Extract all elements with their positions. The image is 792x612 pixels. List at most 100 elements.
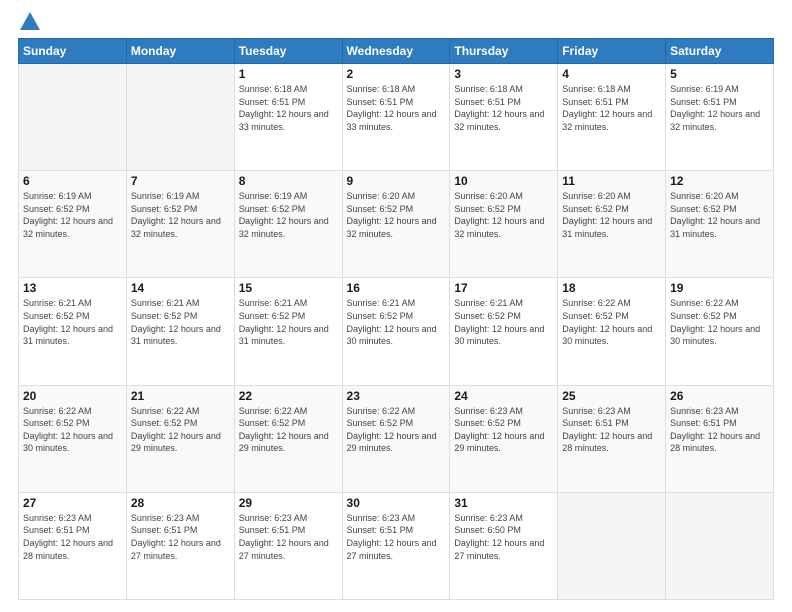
day-number: 8 — [239, 174, 338, 188]
day-number: 23 — [347, 389, 446, 403]
calendar-cell: 20 Sunrise: 6:22 AMSunset: 6:52 PMDayligh… — [19, 385, 127, 492]
calendar-cell: 14 Sunrise: 6:21 AMSunset: 6:52 PMDayligh… — [126, 278, 234, 385]
day-number: 11 — [562, 174, 661, 188]
calendar-cell: 31Sunrise: 6:23 AMSunset: 6:50 PMDayligh… — [450, 492, 558, 599]
calendar-cell: 26 Sunrise: 6:23 AMSunset: 6:51 PMDayligh… — [666, 385, 774, 492]
calendar-cell: 24 Sunrise: 6:23 AMSunset: 6:52 PMDayligh… — [450, 385, 558, 492]
calendar-cell: 5 Sunrise: 6:19 AMSunset: 6:51 PMDaylight… — [666, 64, 774, 171]
day-number: 19 — [670, 281, 769, 295]
day-info: Sunrise: 6:23 AMSunset: 6:51 PMDaylight:… — [347, 512, 446, 562]
calendar-cell: 28Sunrise: 6:23 AMSunset: 6:51 PMDayligh… — [126, 492, 234, 599]
day-number: 24 — [454, 389, 553, 403]
day-number: 7 — [131, 174, 230, 188]
calendar-cell: 30 Sunrise: 6:23 AMSunset: 6:51 PMDayligh… — [342, 492, 450, 599]
day-number: 22 — [239, 389, 338, 403]
day-number: 31 — [454, 496, 553, 510]
calendar-cell: 13 Sunrise: 6:21 AMSunset: 6:52 PMDayligh… — [19, 278, 127, 385]
weekday-header-monday: Monday — [126, 39, 234, 64]
weekday-header-tuesday: Tuesday — [234, 39, 342, 64]
day-info: Sunrise: 6:22 AMSunset: 6:52 PMDaylight:… — [23, 405, 122, 455]
day-number: 6 — [23, 174, 122, 188]
weekday-header-friday: Friday — [558, 39, 666, 64]
day-info: Sunrise: 6:20 AMSunset: 6:52 PMDaylight:… — [562, 190, 661, 240]
day-info: Sunrise: 6:19 AMSunset: 6:51 PMDaylight:… — [670, 83, 769, 133]
day-number: 25 — [562, 389, 661, 403]
day-number: 18 — [562, 281, 661, 295]
calendar-cell: 7 Sunrise: 6:19 AMSunset: 6:52 PMDaylight… — [126, 171, 234, 278]
calendar-cell: 8 Sunrise: 6:19 AMSunset: 6:52 PMDaylight… — [234, 171, 342, 278]
day-info: Sunrise: 6:19 AMSunset: 6:52 PMDaylight:… — [239, 190, 338, 240]
calendar-cell: 18 Sunrise: 6:22 AMSunset: 6:52 PMDayligh… — [558, 278, 666, 385]
day-info: Sunrise: 6:18 AMSunset: 6:51 PMDaylight:… — [347, 83, 446, 133]
day-info: Sunrise: 6:23 AMSunset: 6:51 PMDaylight:… — [562, 405, 661, 455]
day-info: Sunrise: 6:21 AMSunset: 6:52 PMDaylight:… — [347, 297, 446, 347]
day-number: 15 — [239, 281, 338, 295]
day-number: 10 — [454, 174, 553, 188]
calendar-cell: 2 Sunrise: 6:18 AMSunset: 6:51 PMDaylight… — [342, 64, 450, 171]
day-info: Sunrise: 6:22 AMSunset: 6:52 PMDaylight:… — [670, 297, 769, 347]
calendar-cell: 22 Sunrise: 6:22 AMSunset: 6:52 PMDayligh… — [234, 385, 342, 492]
weekday-header-sunday: Sunday — [19, 39, 127, 64]
calendar-cell: 16 Sunrise: 6:21 AMSunset: 6:52 PMDayligh… — [342, 278, 450, 385]
day-number: 26 — [670, 389, 769, 403]
calendar-cell — [666, 492, 774, 599]
day-number: 3 — [454, 67, 553, 81]
day-info: Sunrise: 6:22 AMSunset: 6:52 PMDaylight:… — [562, 297, 661, 347]
day-number: 9 — [347, 174, 446, 188]
calendar-cell: 9 Sunrise: 6:20 AMSunset: 6:52 PMDaylight… — [342, 171, 450, 278]
day-info: Sunrise: 6:21 AMSunset: 6:52 PMDaylight:… — [454, 297, 553, 347]
calendar-cell: 4 Sunrise: 6:18 AMSunset: 6:51 PMDaylight… — [558, 64, 666, 171]
day-number: 20 — [23, 389, 122, 403]
day-number: 14 — [131, 281, 230, 295]
calendar-cell — [126, 64, 234, 171]
day-info: Sunrise: 6:20 AMSunset: 6:52 PMDaylight:… — [670, 190, 769, 240]
calendar-cell: 1 Sunrise: 6:18 AMSunset: 6:51 PMDaylight… — [234, 64, 342, 171]
day-number: 30 — [347, 496, 446, 510]
logo — [18, 16, 40, 28]
day-info: Sunrise: 6:20 AMSunset: 6:52 PMDaylight:… — [347, 190, 446, 240]
logo-text — [18, 16, 40, 30]
calendar-cell: 10 Sunrise: 6:20 AMSunset: 6:52 PMDayligh… — [450, 171, 558, 278]
day-info: Sunrise: 6:20 AMSunset: 6:52 PMDaylight:… — [454, 190, 553, 240]
weekday-header-thursday: Thursday — [450, 39, 558, 64]
calendar-cell: 25 Sunrise: 6:23 AMSunset: 6:51 PMDayligh… — [558, 385, 666, 492]
day-info: Sunrise: 6:23 AMSunset: 6:51 PMDaylight:… — [23, 512, 122, 562]
day-number: 13 — [23, 281, 122, 295]
day-info: Sunrise: 6:21 AMSunset: 6:52 PMDaylight:… — [131, 297, 230, 347]
page: SundayMondayTuesdayWednesdayThursdayFrid… — [0, 0, 792, 612]
day-info: Sunrise: 6:23 AMSunset: 6:51 PMDaylight:… — [670, 405, 769, 455]
weekday-header-wednesday: Wednesday — [342, 39, 450, 64]
day-info: Sunrise: 6:22 AMSunset: 6:52 PMDaylight:… — [131, 405, 230, 455]
day-info: Sunrise: 6:21 AMSunset: 6:52 PMDaylight:… — [23, 297, 122, 347]
calendar-cell: 19 Sunrise: 6:22 AMSunset: 6:52 PMDayligh… — [666, 278, 774, 385]
day-info: Sunrise: 6:19 AMSunset: 6:52 PMDaylight:… — [131, 190, 230, 240]
calendar-cell: 29Sunrise: 6:23 AMSunset: 6:51 PMDayligh… — [234, 492, 342, 599]
day-info: Sunrise: 6:18 AMSunset: 6:51 PMDaylight:… — [562, 83, 661, 133]
day-info: Sunrise: 6:19 AMSunset: 6:52 PMDaylight:… — [23, 190, 122, 240]
day-info: Sunrise: 6:21 AMSunset: 6:52 PMDaylight:… — [239, 297, 338, 347]
day-info: Sunrise: 6:23 AMSunset: 6:52 PMDaylight:… — [454, 405, 553, 455]
calendar-cell: 3 Sunrise: 6:18 AMSunset: 6:51 PMDaylight… — [450, 64, 558, 171]
day-number: 21 — [131, 389, 230, 403]
calendar-cell — [19, 64, 127, 171]
calendar-cell: 6 Sunrise: 6:19 AMSunset: 6:52 PMDaylight… — [19, 171, 127, 278]
day-number: 1 — [239, 67, 338, 81]
day-number: 17 — [454, 281, 553, 295]
calendar-cell: 17 Sunrise: 6:21 AMSunset: 6:52 PMDayligh… — [450, 278, 558, 385]
day-number: 16 — [347, 281, 446, 295]
day-info: Sunrise: 6:18 AMSunset: 6:51 PMDaylight:… — [239, 83, 338, 133]
calendar-cell: 27Sunrise: 6:23 AMSunset: 6:51 PMDayligh… — [19, 492, 127, 599]
day-info: Sunrise: 6:22 AMSunset: 6:52 PMDaylight:… — [239, 405, 338, 455]
day-number: 4 — [562, 67, 661, 81]
header — [18, 16, 774, 28]
weekday-header-saturday: Saturday — [666, 39, 774, 64]
day-number: 2 — [347, 67, 446, 81]
calendar-cell: 15 Sunrise: 6:21 AMSunset: 6:52 PMDayligh… — [234, 278, 342, 385]
calendar-cell: 12 Sunrise: 6:20 AMSunset: 6:52 PMDayligh… — [666, 171, 774, 278]
day-info: Sunrise: 6:18 AMSunset: 6:51 PMDaylight:… — [454, 83, 553, 133]
day-number: 12 — [670, 174, 769, 188]
day-number: 5 — [670, 67, 769, 81]
day-info: Sunrise: 6:22 AMSunset: 6:52 PMDaylight:… — [347, 405, 446, 455]
calendar-table: SundayMondayTuesdayWednesdayThursdayFrid… — [18, 38, 774, 600]
logo-triangle-icon — [20, 12, 40, 30]
